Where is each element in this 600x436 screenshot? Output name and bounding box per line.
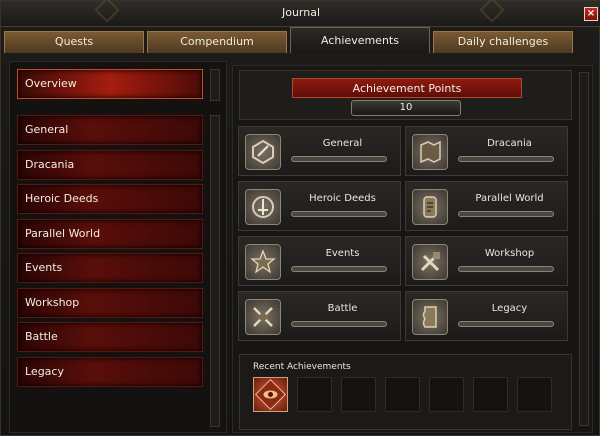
recent-slot-7[interactable] — [517, 377, 552, 412]
sidebar-item-dracania[interactable]: Dracania — [17, 150, 203, 180]
category-name: Parallel World — [475, 193, 544, 204]
category-name: General — [322, 138, 363, 149]
recent-slot-5[interactable] — [429, 377, 464, 412]
category-card-events[interactable]: Events — [238, 236, 401, 286]
category-card-legacy[interactable]: Legacy — [405, 291, 568, 341]
category-card-general[interactable]: General — [238, 126, 401, 176]
sword-icon — [245, 189, 281, 225]
sidebar-item-battle[interactable]: Battle — [17, 322, 203, 352]
recent-slot-1[interactable] — [253, 377, 288, 412]
category-name: Events — [325, 248, 360, 259]
category-name: Workshop — [484, 248, 535, 259]
recent-slot-3[interactable] — [341, 377, 376, 412]
sidebar-scrollbar[interactable] — [210, 115, 220, 427]
sidebar-item-general[interactable]: General — [17, 115, 203, 145]
category-progress-bar — [458, 156, 554, 162]
achievements-overview: Achievement Points 10 General Dracania H… — [232, 65, 593, 433]
points-value: 10 — [351, 100, 461, 116]
overview-scrollbar[interactable] — [210, 69, 220, 101]
recent-slot-4[interactable] — [385, 377, 420, 412]
sidebar-item-parallel-world[interactable]: Parallel World — [17, 219, 203, 249]
category-progress-bar — [291, 266, 387, 272]
recent-slot-2[interactable] — [297, 377, 332, 412]
overview-scrollbar-right[interactable] — [579, 72, 589, 426]
tools-icon — [412, 244, 448, 280]
sidebar-item-heroic-deeds[interactable]: Heroic Deeds — [17, 184, 203, 214]
tab-bar: Quests Compendium Achievements Daily cha… — [4, 27, 598, 53]
category-card-parallel-world[interactable]: Parallel World — [405, 181, 568, 231]
category-progress-bar — [458, 321, 554, 327]
recent-achievements-panel: Recent Achievements — [239, 354, 572, 430]
tab-quests[interactable]: Quests — [4, 31, 144, 53]
category-card-battle[interactable]: Battle — [238, 291, 401, 341]
map-icon — [412, 134, 448, 170]
eye-badge-icon — [254, 378, 287, 411]
titlebar: Journal × — [1, 0, 600, 27]
category-name: Dracania — [487, 138, 532, 149]
sidebar-item-overview[interactable]: Overview — [17, 69, 203, 99]
category-card-dracania[interactable]: Dracania — [405, 126, 568, 176]
crossed-swords-icon — [245, 299, 281, 335]
category-progress-bar — [458, 266, 554, 272]
sidebar-item-events[interactable]: Events — [17, 253, 203, 283]
points-label: Achievement Points — [352, 82, 462, 95]
recent-achievements-label: Recent Achievements — [253, 362, 351, 372]
category-name: Legacy — [491, 303, 528, 314]
tab-achievements[interactable]: Achievements — [290, 27, 430, 53]
points-ribbon: Achievement Points — [292, 78, 522, 98]
trophy-icon — [245, 134, 281, 170]
category-name: Battle — [327, 303, 358, 314]
sidebar-item-workshop[interactable]: Workshop — [17, 288, 203, 318]
tab-daily-challenges[interactable]: Daily challenges — [433, 31, 573, 53]
category-sidebar: Overview General Dracania Heroic Deeds P… — [9, 61, 227, 433]
category-progress-bar — [291, 156, 387, 162]
parchment-icon — [412, 299, 448, 335]
scroll-icon — [412, 189, 448, 225]
journal-window: Journal × Quests Compendium Achievements… — [0, 0, 600, 436]
category-card-heroic-deeds[interactable]: Heroic Deeds — [238, 181, 401, 231]
category-progress-bar — [458, 211, 554, 217]
achievement-points-panel: Achievement Points 10 — [239, 70, 572, 120]
recent-slot-6[interactable] — [473, 377, 508, 412]
window-title: Journal — [281, 6, 321, 19]
category-progress-bar — [291, 321, 387, 327]
sidebar-item-legacy[interactable]: Legacy — [17, 357, 203, 387]
tab-compendium[interactable]: Compendium — [147, 31, 287, 53]
category-name: Heroic Deeds — [309, 193, 376, 204]
category-card-workshop[interactable]: Workshop — [405, 236, 568, 286]
close-button[interactable]: × — [584, 7, 598, 21]
star-icon — [245, 244, 281, 280]
category-progress-bar — [291, 211, 387, 217]
